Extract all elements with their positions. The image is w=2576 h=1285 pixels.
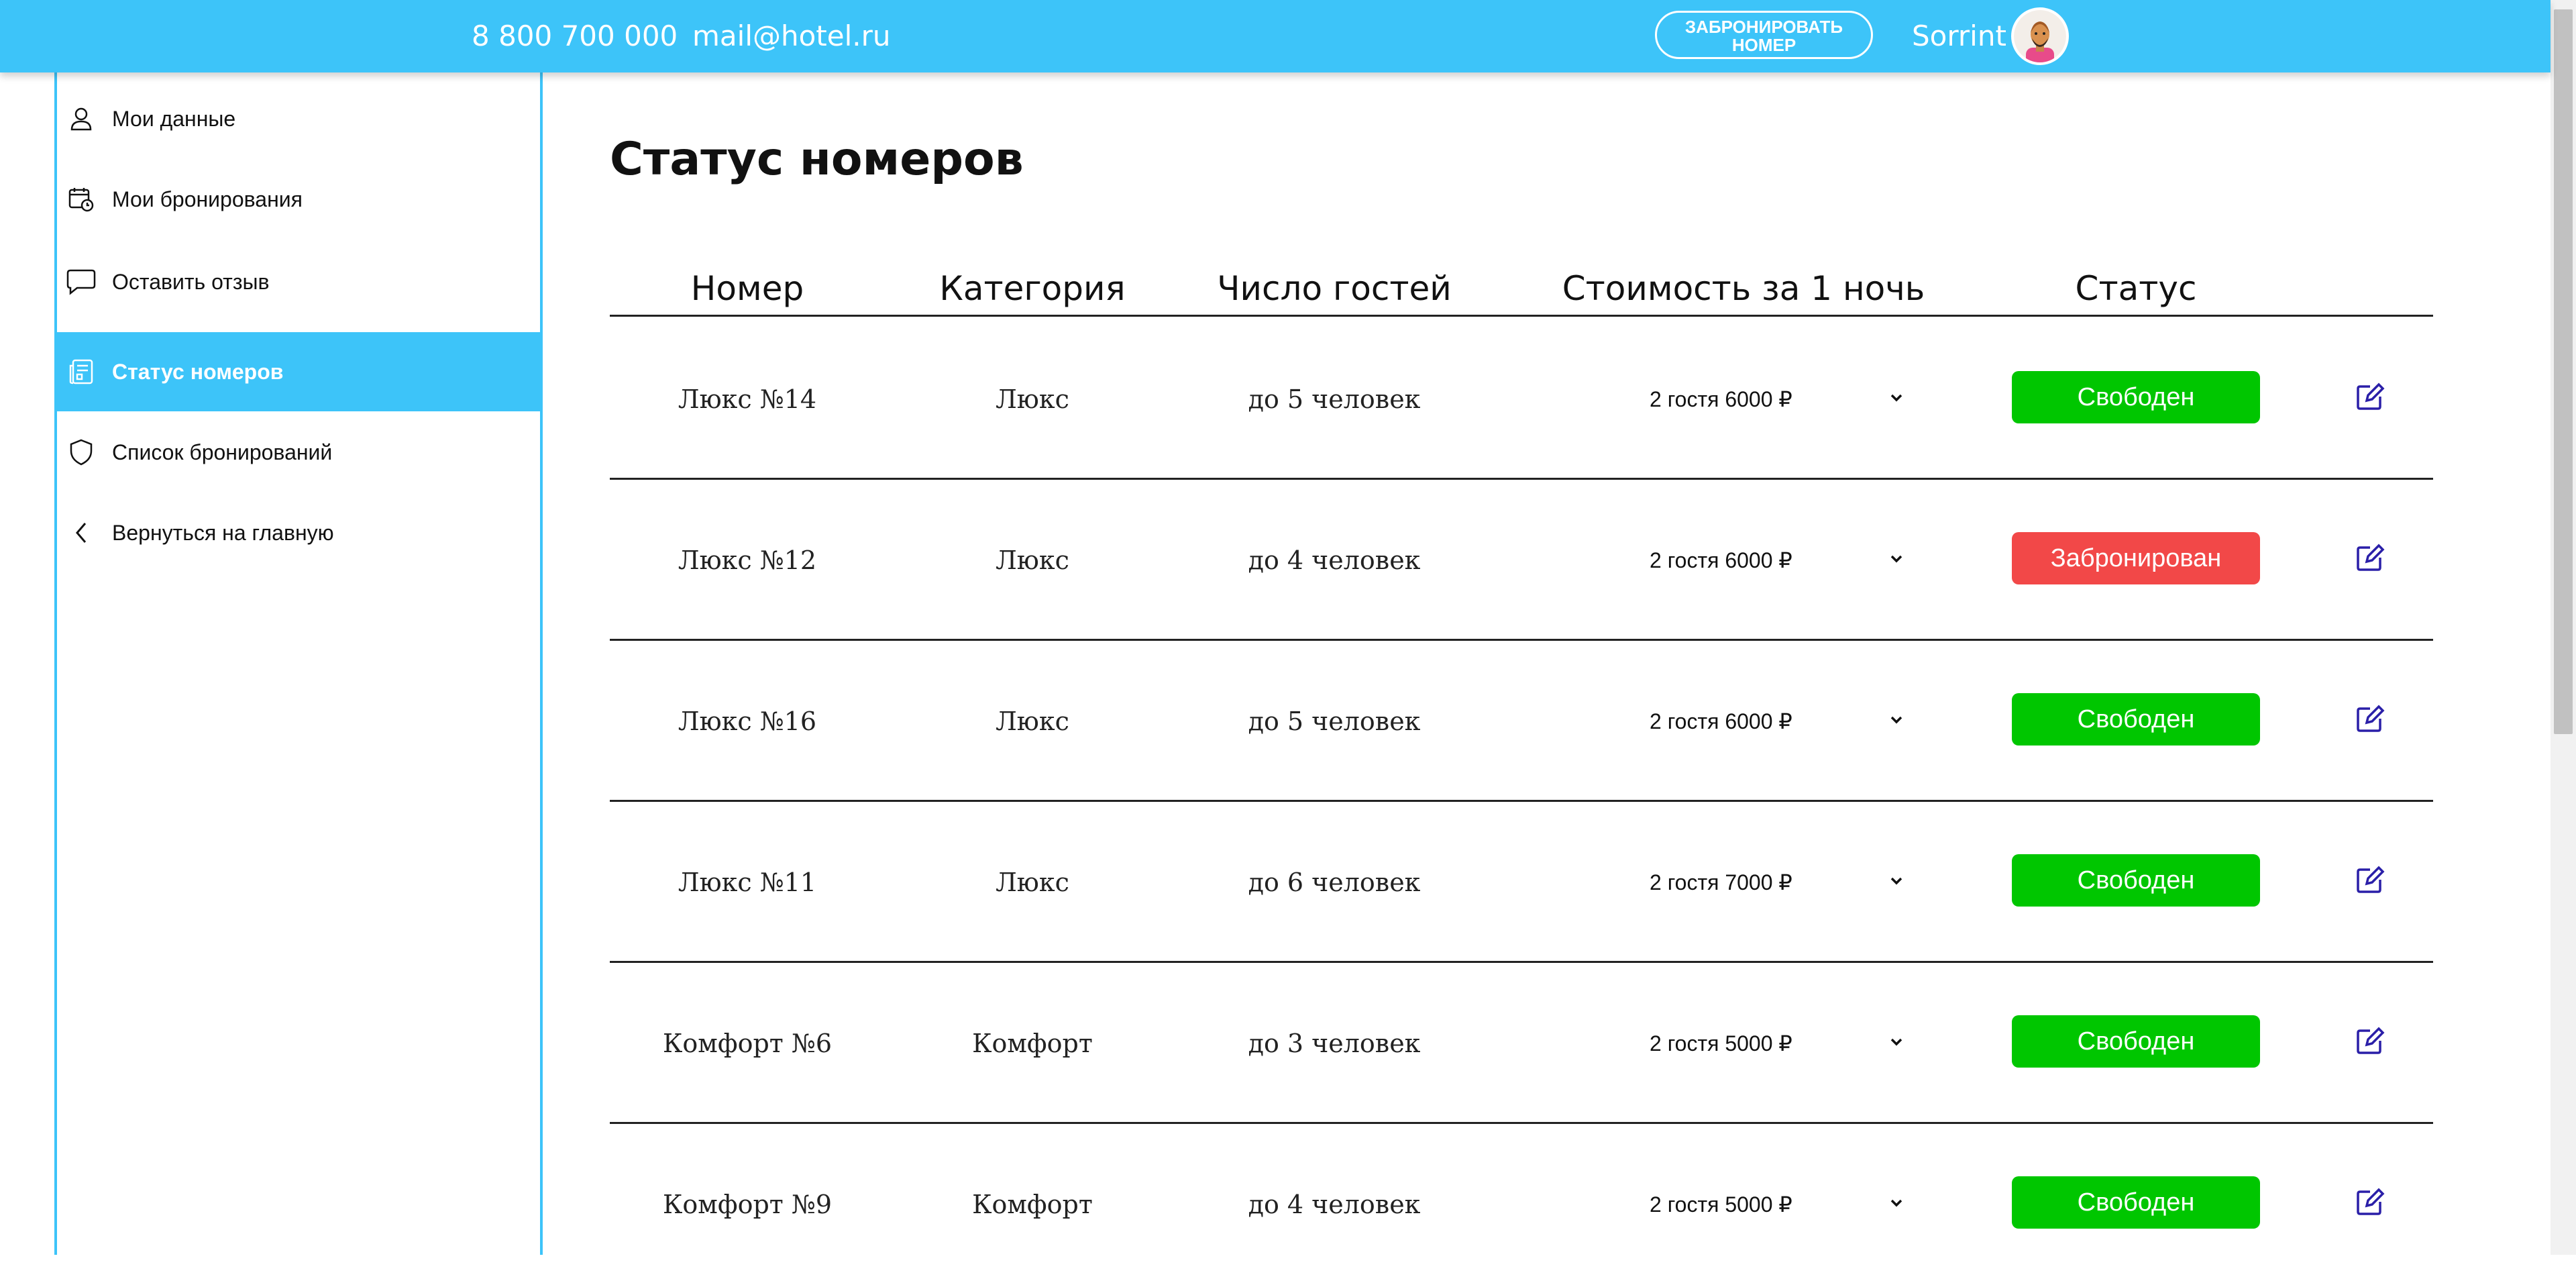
sidebar-item-room-status[interactable]: Статус номеров (57, 332, 540, 411)
chevron-down-icon (1890, 555, 1902, 563)
price-select-value: 2 гостя 6000 ₽ (1650, 709, 1792, 733)
status-badge[interactable]: Свободен (2012, 854, 2260, 907)
edit-icon[interactable] (2353, 1186, 2386, 1219)
chevron-down-icon (1890, 877, 1902, 885)
avatar[interactable] (2011, 7, 2069, 65)
edit-icon[interactable] (2353, 542, 2386, 575)
chevron-down-icon (1890, 394, 1902, 402)
price-select-value: 2 гостя 5000 ₽ (1650, 1031, 1792, 1056)
price-select-value: 2 гостя 5000 ₽ (1650, 1192, 1792, 1217)
page-title: Статус номеров (610, 133, 1024, 186)
room-name: Комфорт №9 (662, 1190, 833, 1219)
status-badge[interactable]: Свободен (2012, 693, 2260, 746)
room-guests: до 4 человек (1248, 1190, 1421, 1219)
table-row: Люкс №16 Люкс до 5 человек 2 гостя 6000 … (610, 641, 2433, 802)
edit-icon[interactable] (2353, 864, 2386, 897)
book-button-line2: НОМЕР (1731, 35, 1796, 55)
table-row: Люкс №12 Люкс до 4 человек 2 гостя 6000 … (610, 480, 2433, 641)
price-select[interactable]: 2 гостя 7000 ₽ (1650, 862, 1902, 903)
chevron-down-icon (1890, 1038, 1902, 1046)
room-name: Люкс №12 (678, 546, 817, 575)
sidebar-item-label: Вернуться на главную (112, 520, 334, 545)
table-header: Номер Категория Число гостей Стоимость з… (610, 260, 2433, 317)
room-category: Комфорт (972, 1029, 1093, 1058)
column-header-price: Стоимость за 1 ночь (1562, 269, 1925, 308)
calendar-clock-icon (66, 185, 96, 214)
sidebar-item-label: Список бронирований (112, 440, 333, 464)
sidebar-item-label: Мои бронирования (112, 187, 303, 211)
table-row: Люкс №11 Люкс до 6 человек 2 гостя 7000 … (610, 802, 2433, 963)
column-header-guests: Число гостей (1217, 269, 1452, 308)
price-select[interactable]: 2 гостя 6000 ₽ (1650, 540, 1902, 580)
scrollbar-thumb[interactable] (2554, 9, 2573, 734)
sidebar-item-my-data[interactable]: Мои данные (57, 79, 540, 158)
room-category: Люкс (996, 546, 1069, 575)
price-select-value: 2 гостя 6000 ₽ (1650, 548, 1792, 572)
book-room-button[interactable]: ЗАБРОНИРОВАТЬ НОМЕР (1655, 11, 1873, 59)
page-scrollbar[interactable] (2551, 0, 2576, 1255)
status-badge[interactable]: Свободен (2012, 1176, 2260, 1229)
sidebar-item-label: Оставить отзыв (112, 269, 270, 294)
room-name: Комфорт №6 (662, 1029, 833, 1058)
chat-bubble-icon (66, 267, 96, 297)
price-select-value: 2 гостя 7000 ₽ (1650, 870, 1792, 894)
room-name: Люкс №11 (678, 868, 817, 897)
room-guests: до 5 человек (1248, 384, 1421, 414)
sidebar: Мои данные Мои бронирования Оставить отз… (54, 72, 543, 1255)
sidebar-item-my-bookings[interactable]: Мои бронирования (57, 160, 540, 239)
sidebar-item-back-home[interactable]: Вернуться на главную (57, 493, 540, 572)
sidebar-item-label: Статус номеров (112, 359, 284, 384)
header-email[interactable]: mail@hotel.ru (692, 19, 891, 54)
column-header-status: Статус (2075, 269, 2197, 308)
chevron-down-icon (1890, 716, 1902, 724)
price-select[interactable]: 2 гостя 6000 ₽ (1650, 379, 1902, 419)
shield-icon (66, 438, 96, 467)
column-header-category: Категория (939, 269, 1126, 308)
edit-icon[interactable] (2353, 1025, 2386, 1058)
document-list-icon (66, 357, 96, 387)
table-row: Комфорт №9 Комфорт до 4 человек 2 гостя … (610, 1124, 2433, 1285)
chevron-left-icon (66, 518, 96, 548)
top-header: 8 800 700 000 mail@hotel.ru ЗАБРОНИРОВАТ… (0, 0, 2551, 72)
book-button-line1: ЗАБРОНИРОВАТЬ (1684, 17, 1843, 37)
room-name: Люкс №14 (678, 384, 817, 414)
room-category: Комфорт (972, 1190, 1093, 1219)
room-category: Люкс (996, 868, 1069, 897)
edit-icon[interactable] (2353, 703, 2386, 736)
user-icon (66, 104, 96, 134)
chevron-down-icon (1890, 1199, 1902, 1207)
price-select[interactable]: 2 гостя 5000 ₽ (1650, 1023, 1902, 1064)
column-header-room: Номер (690, 269, 804, 308)
room-name: Люкс №16 (678, 707, 817, 736)
header-phone[interactable]: 8 800 700 000 (472, 19, 678, 54)
price-select-value: 2 гостя 6000 ₽ (1650, 387, 1792, 411)
table-row: Комфорт №6 Комфорт до 3 человек 2 гостя … (610, 963, 2433, 1124)
sidebar-item-leave-review[interactable]: Оставить отзыв (57, 242, 540, 321)
sidebar-item-label: Мои данные (112, 106, 236, 131)
room-guests: до 5 человек (1248, 707, 1421, 736)
table-row: Люкс №14 Люкс до 5 человек 2 гостя 6000 … (610, 319, 2433, 480)
price-select[interactable]: 2 гостя 6000 ₽ (1650, 701, 1902, 741)
status-badge[interactable]: Забронирован (2012, 532, 2260, 584)
room-guests: до 4 человек (1248, 546, 1421, 575)
room-guests: до 3 человек (1248, 1029, 1421, 1058)
price-select[interactable]: 2 гостя 5000 ₽ (1650, 1184, 1902, 1225)
status-badge[interactable]: Свободен (2012, 371, 2260, 423)
sidebar-item-bookings-list[interactable]: Список бронирований (57, 413, 540, 492)
room-category: Люкс (996, 707, 1069, 736)
status-badge[interactable]: Свободен (2012, 1015, 2260, 1068)
username[interactable]: Sorrint (1912, 19, 2006, 54)
edit-icon[interactable] (2353, 380, 2386, 414)
room-category: Люкс (996, 384, 1069, 414)
room-guests: до 6 человек (1248, 868, 1421, 897)
